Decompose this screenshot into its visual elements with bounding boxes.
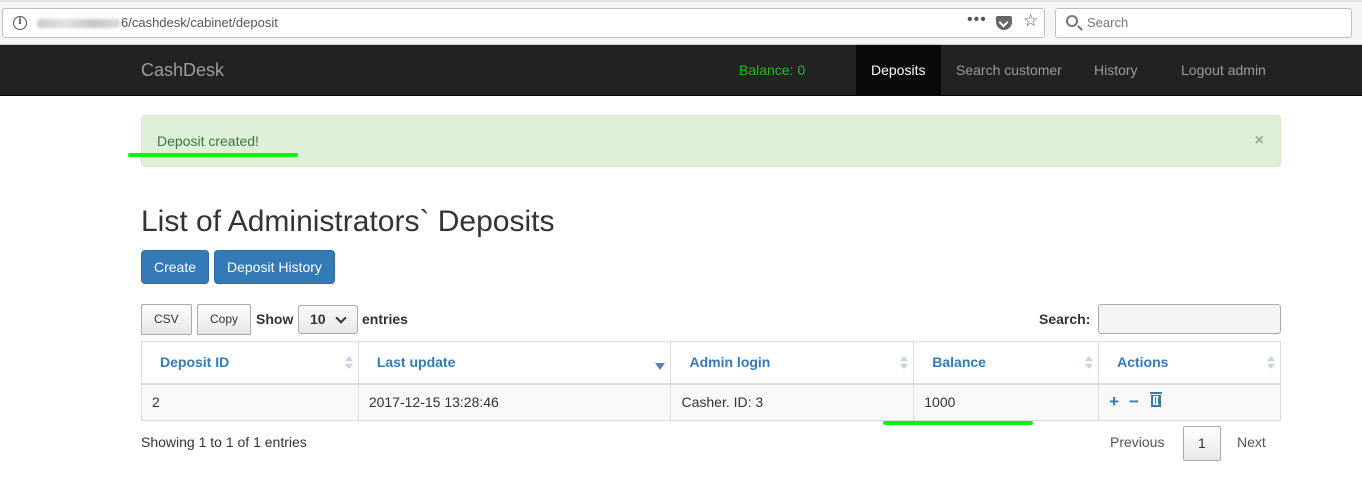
browser-toolbar: i 6/cashdesk/cabinet/deposit ••• ☆ Searc…: [0, 0, 1362, 45]
table-row: 2 2017-12-15 13:28:46 Casher. ID: 3 1000…: [141, 383, 1281, 421]
column-header-label: Deposit ID: [160, 354, 230, 371]
blurred-host: [37, 19, 121, 28]
alert-message: Deposit created!: [157, 133, 259, 149]
column-header-admin-login[interactable]: Admin login: [670, 341, 915, 385]
cell-balance: 1000: [913, 383, 1100, 421]
column-header-label: Actions: [1117, 354, 1169, 371]
brand-link[interactable]: CashDesk: [141, 60, 224, 81]
column-header-last-update[interactable]: Last update: [357, 341, 672, 385]
column-header-actions[interactable]: Actions: [1098, 341, 1281, 385]
entries-select-value: 10: [310, 311, 326, 327]
entries-label: entries: [362, 311, 408, 327]
success-alert: Deposit created! ×: [141, 115, 1281, 167]
column-header-deposit-id[interactable]: Deposit ID: [141, 341, 359, 385]
search-icon: [1066, 15, 1078, 27]
nav-search-customer[interactable]: Search customer: [941, 45, 1077, 95]
sort-icon: [900, 356, 909, 370]
address-bar[interactable]: i 6/cashdesk/cabinet/deposit ••• ☆: [2, 8, 1045, 38]
cell-admin-login: Casher. ID: 3: [670, 383, 915, 421]
column-header-label: Last update: [376, 354, 456, 371]
chevron-down-icon: [335, 312, 347, 324]
sort-icon: [1267, 356, 1275, 370]
create-button[interactable]: Create: [141, 250, 210, 284]
pagination-page-1[interactable]: 1: [1183, 426, 1221, 461]
plus-icon[interactable]: +: [1109, 392, 1119, 412]
pagination-next[interactable]: Next: [1223, 426, 1280, 461]
annotation-underline-balance: [883, 421, 1033, 425]
deposit-history-button[interactable]: Deposit History: [214, 250, 335, 284]
deposits-table: Deposit ID Last update Admin login Balan…: [141, 341, 1281, 421]
column-header-label: Admin login: [689, 354, 771, 371]
sort-desc-icon: [655, 363, 666, 370]
show-label: Show: [256, 311, 294, 327]
pocket-icon[interactable]: [996, 16, 1012, 30]
pagination-previous[interactable]: Previous: [1096, 426, 1178, 461]
bookmark-star-icon[interactable]: ☆: [1023, 11, 1038, 31]
column-header-balance[interactable]: Balance: [913, 341, 1100, 385]
browser-search-input[interactable]: Search: [1055, 8, 1352, 38]
browser-search-placeholder: Search: [1087, 15, 1129, 30]
nav-logout[interactable]: Logout admin: [1166, 45, 1281, 95]
minus-icon[interactable]: −: [1129, 392, 1139, 412]
table-search-label: Search:: [1039, 311, 1091, 327]
navbar: CashDesk Balance: 0 Deposits Search cust…: [0, 45, 1362, 96]
nav-deposits[interactable]: Deposits: [856, 45, 941, 95]
entries-per-page-select[interactable]: 10: [298, 305, 358, 334]
cell-last-update: 2017-12-15 13:28:46: [357, 383, 672, 421]
balance-indicator: Balance: 0: [739, 62, 806, 78]
table-info: Showing 1 to 1 of 1 entries: [141, 434, 307, 450]
cell-deposit-id: 2: [141, 383, 359, 421]
table-search-input[interactable]: [1098, 304, 1281, 334]
tab-strip: [0, 0, 1362, 2]
close-icon[interactable]: ×: [1255, 133, 1264, 149]
sort-icon: [344, 356, 353, 370]
url-text[interactable]: 6/cashdesk/cabinet/deposit: [121, 15, 278, 30]
sort-icon: [1085, 356, 1094, 370]
column-header-label: Balance: [932, 354, 986, 371]
info-icon[interactable]: i: [13, 16, 27, 30]
trash-icon[interactable]: [1149, 392, 1162, 408]
page-title: List of Administrators` Deposits: [141, 205, 555, 238]
annotation-underline-alert: [128, 153, 298, 157]
csv-export-button[interactable]: CSV: [141, 304, 192, 335]
nav-history[interactable]: History: [1079, 45, 1153, 95]
page-actions-icon[interactable]: •••: [967, 11, 987, 29]
copy-button[interactable]: Copy: [197, 304, 252, 335]
cell-actions: + −: [1098, 383, 1281, 421]
